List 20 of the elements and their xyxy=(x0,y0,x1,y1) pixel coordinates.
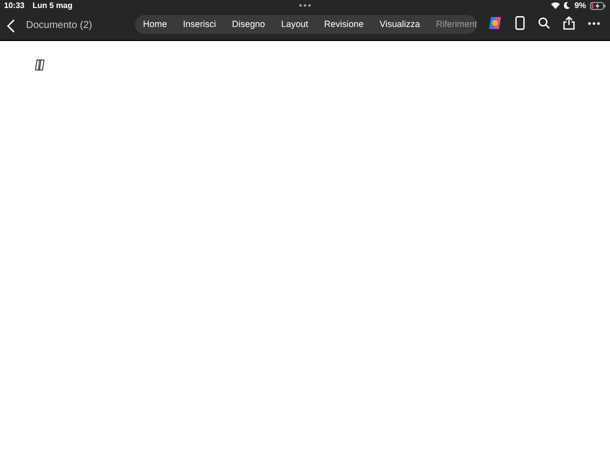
moon-icon xyxy=(564,2,570,9)
status-date: Lun 5 mag xyxy=(32,0,72,12)
document-title: Documento (2) xyxy=(26,19,92,33)
wifi-icon xyxy=(551,2,560,9)
more-icon[interactable] xyxy=(588,22,600,24)
search-icon[interactable] xyxy=(538,17,550,29)
share-icon[interactable] xyxy=(563,16,575,30)
ribbon-tab[interactable]: Home xyxy=(143,18,168,32)
battery-icon xyxy=(590,2,606,10)
phone-icon[interactable] xyxy=(515,16,525,30)
ribbon-tab[interactable]: Riferiment xyxy=(436,18,477,32)
ribbon-tab[interactable]: Inserisci xyxy=(183,18,216,32)
back-button[interactable] xyxy=(7,18,17,34)
ribbon-tab[interactable]: Layout xyxy=(281,18,308,32)
status-time: 10:33 xyxy=(4,0,24,12)
ribbon-tab[interactable]: Revisione xyxy=(324,18,364,32)
ribbon-tab[interactable]: Disegno xyxy=(232,18,266,32)
ribbon-tab[interactable]: Visualizza xyxy=(380,18,420,32)
battery-percent: 9% xyxy=(574,0,586,12)
more-dots-icon xyxy=(299,4,311,7)
